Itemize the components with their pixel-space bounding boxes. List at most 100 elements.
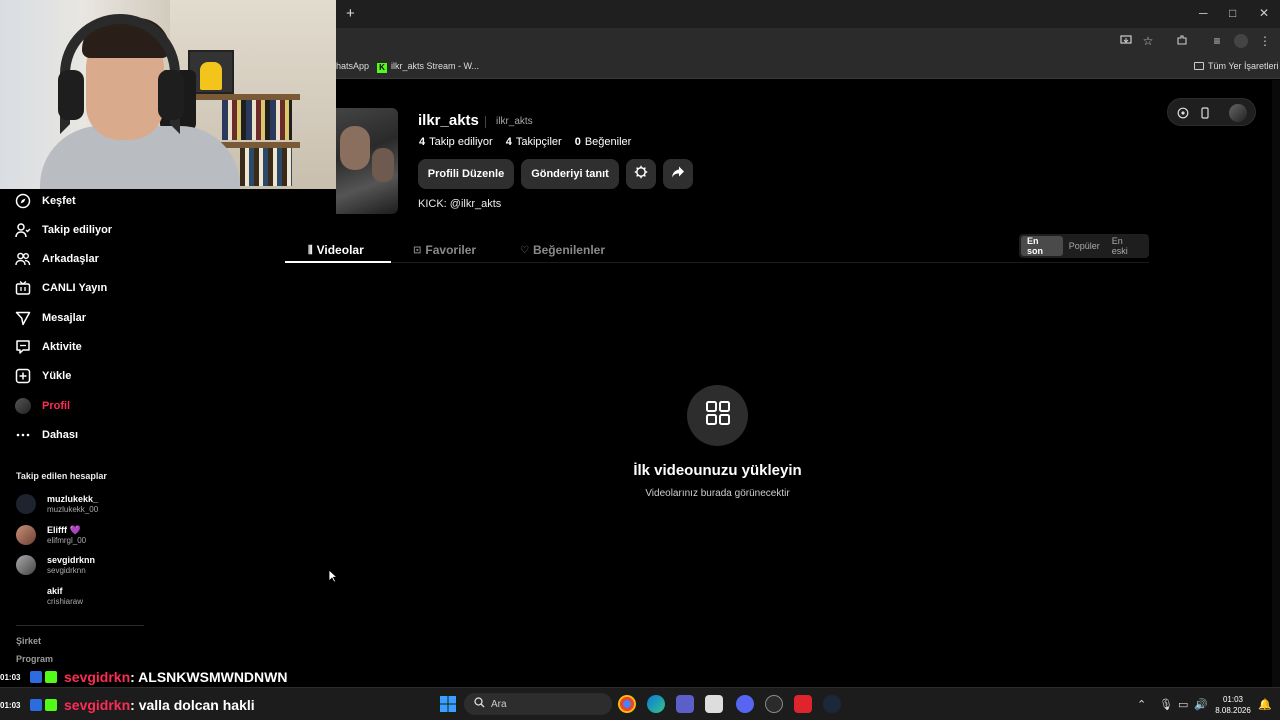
heart-icon: ♡ xyxy=(520,244,529,256)
mobile-app-icon[interactable] xyxy=(1198,106,1212,120)
stat-value: 4 xyxy=(419,136,426,148)
sidebar-item-following[interactable]: Takip ediliyor xyxy=(14,219,112,241)
browser-menu-icon[interactable]: ⋮ xyxy=(1258,34,1272,48)
chrome-icon[interactable] xyxy=(618,695,636,713)
minimize-icon[interactable]: ─ xyxy=(1199,6,1208,20)
system-clock[interactable]: 01:03 8.08.2026 xyxy=(1208,694,1258,716)
all-bookmarks-label: Tüm Yer İşaretleri xyxy=(1208,61,1279,71)
maximize-icon[interactable]: □ xyxy=(1229,6,1236,20)
live-studio-icon[interactable] xyxy=(1176,106,1190,120)
account-handle: crishiaraw xyxy=(47,596,84,606)
badge-icon xyxy=(30,699,42,711)
extensions-icon[interactable] xyxy=(1175,34,1189,48)
footer-link-company[interactable]: Şirket xyxy=(16,636,41,646)
following-account[interactable]: muzlukekk_ muzlukekk_00 xyxy=(16,490,98,518)
profile-avatar-icon[interactable] xyxy=(1234,34,1248,48)
tab-label: Videolar xyxy=(316,243,364,257)
divider xyxy=(485,116,486,128)
reading-list-icon[interactable]: ≡ xyxy=(1210,34,1224,48)
tabs-baseline xyxy=(285,262,1149,263)
bookmark-whatsapp[interactable]: hatsApp xyxy=(336,61,369,71)
following-account[interactable]: Elifff 💜 elifmrgl_00 xyxy=(16,521,86,549)
sidebar-item-messages[interactable]: Mesajlar xyxy=(14,307,86,329)
chat-message: 01:03 sevgidrkn : valla dolcan hakli xyxy=(0,696,255,714)
sidebar-item-upload[interactable]: Yükle xyxy=(14,365,71,387)
avatar xyxy=(16,555,36,575)
microphone-icon[interactable]: 🎙 xyxy=(1159,698,1173,711)
account-name: muzlukekk_ xyxy=(47,493,99,504)
bookmark-icon: ⊡ xyxy=(413,244,422,256)
search-icon xyxy=(474,695,485,713)
send-icon xyxy=(14,309,32,327)
empty-state-icon xyxy=(687,385,748,446)
new-tab-button[interactable]: + xyxy=(346,5,355,22)
profile-photo[interactable] xyxy=(336,108,398,214)
footer-link-program[interactable]: Program xyxy=(16,654,53,664)
sidebar-item-label: Takip ediliyor xyxy=(42,224,113,236)
mouse-cursor-icon xyxy=(328,569,339,588)
clock-date: 8.08.2026 xyxy=(1215,706,1251,715)
edit-profile-button[interactable]: Profili Düzenle xyxy=(418,159,514,189)
sort-popular[interactable]: Popüler xyxy=(1063,236,1106,256)
grid-lines-icon: ⫼ xyxy=(308,244,313,256)
settings-button[interactable] xyxy=(626,159,656,189)
sidebar-item-more[interactable]: Dahası xyxy=(14,424,78,446)
page-scrollbar[interactable] xyxy=(1272,80,1280,687)
notification-bell-icon[interactable]: 🔔 xyxy=(1258,698,1272,711)
chat-time: 01:03 xyxy=(0,672,21,682)
sort-latest[interactable]: En son xyxy=(1021,236,1063,256)
bookmark-label: ilkr_akts Stream - W... xyxy=(391,61,480,71)
steam-icon[interactable] xyxy=(823,695,841,713)
divider xyxy=(16,625,144,626)
avatar[interactable] xyxy=(1229,104,1247,122)
live-tv-icon xyxy=(14,279,32,297)
bookmark-star-icon[interactable]: ☆ xyxy=(1141,34,1155,48)
stat-label: Takipçiler xyxy=(515,136,562,148)
promote-post-button[interactable]: Gönderiyi tanıt xyxy=(521,159,619,189)
sidebar-item-explore[interactable]: Keşfet xyxy=(14,190,76,212)
chat-text: : ALSNKWSMWNDNWN xyxy=(130,669,288,685)
search-placeholder: Ara xyxy=(491,698,507,710)
volume-icon[interactable]: 🔊 xyxy=(1194,698,1208,711)
account-name: Elifff 💜 xyxy=(47,524,81,535)
edge-icon[interactable] xyxy=(647,695,665,713)
install-app-icon[interactable] xyxy=(1119,34,1133,48)
sidebar-item-friends[interactable]: Arkadaşlar xyxy=(14,248,99,270)
chevron-up-icon[interactable]: ⌃ xyxy=(1137,698,1146,711)
bookmark-kick-stream[interactable]: Kilkr_akts Stream - W... xyxy=(377,61,479,73)
discord-icon[interactable] xyxy=(736,695,754,713)
windows-start-icon[interactable] xyxy=(439,695,457,713)
sidebar-item-activity[interactable]: Aktivite xyxy=(14,336,82,358)
webcam-overlay xyxy=(0,0,336,189)
following-account[interactable]: sevgidrknn sevgidrknn xyxy=(16,551,95,579)
network-icon[interactable]: ▭ xyxy=(1178,698,1188,711)
profile-bio: KICK: @ilkr_akts xyxy=(418,198,502,210)
teams-icon[interactable] xyxy=(676,695,694,713)
red-app-icon[interactable] xyxy=(794,695,812,713)
account-handle: muzlukekk_00 xyxy=(47,504,99,514)
person-check-icon xyxy=(14,221,32,239)
profile-stats: 4 Takip ediliyor 4 Takipçiler 0 Beğeniler xyxy=(419,136,631,148)
obs-icon[interactable] xyxy=(765,695,783,713)
kick-badge-icon xyxy=(45,699,57,711)
sidebar-item-label: Keşfet xyxy=(42,195,76,207)
following-account[interactable]: akif crishiaraw xyxy=(16,582,83,610)
sidebar-item-live[interactable]: CANLI Yayın xyxy=(14,277,107,299)
sidebar-item-profile[interactable]: Profil xyxy=(14,395,70,417)
tab-liked[interactable]: ♡ Beğenilenler xyxy=(520,240,605,260)
close-icon[interactable]: ✕ xyxy=(1259,6,1269,20)
chat-message: 01:03 sevgidrkn : ALSNKWSMWNDNWN xyxy=(0,668,287,686)
people-icon xyxy=(14,250,32,268)
tab-favorites[interactable]: ⊡ Favoriler xyxy=(413,240,476,260)
all-bookmarks-button[interactable]: Tüm Yer İşaretleri xyxy=(1194,61,1279,71)
taskbar-search-input[interactable]: Ara xyxy=(464,693,612,715)
stat-following[interactable]: 4 Takip ediliyor xyxy=(419,136,493,148)
chat-time: 01:03 xyxy=(0,700,21,710)
stat-followers[interactable]: 4 Takipçiler xyxy=(506,136,562,148)
sidebar-item-label: CANLI Yayın xyxy=(42,282,108,294)
sort-oldest[interactable]: En eski xyxy=(1106,236,1147,256)
tab-videos[interactable]: ⫼ Videolar xyxy=(308,240,364,260)
capture-app-icon[interactable] xyxy=(705,695,723,713)
compass-icon xyxy=(14,192,32,210)
share-button[interactable] xyxy=(663,159,693,189)
